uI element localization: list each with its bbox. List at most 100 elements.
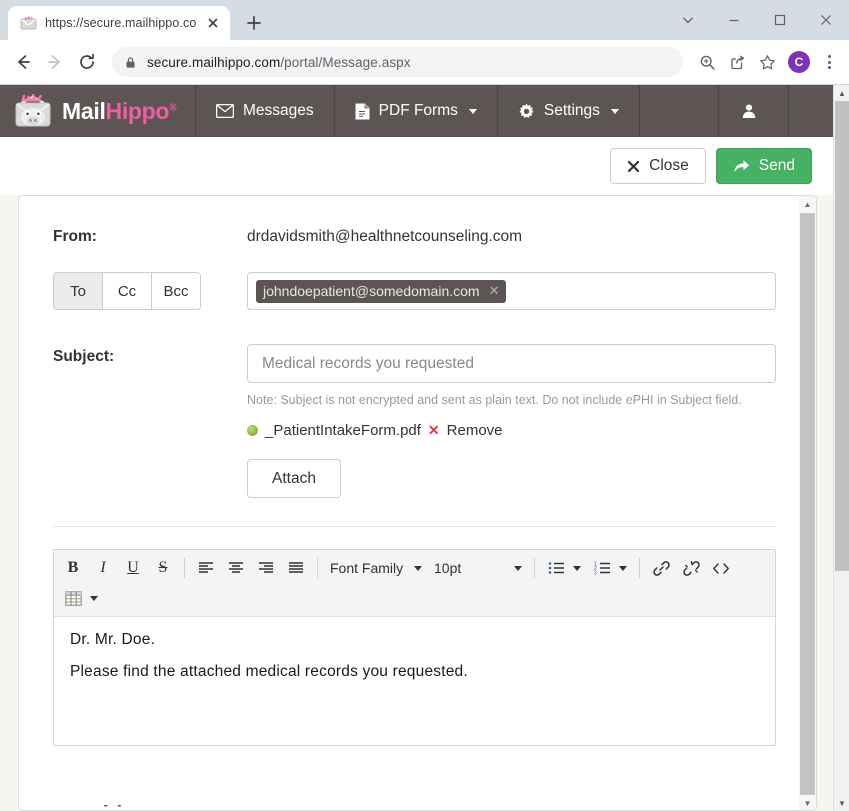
profile-avatar[interactable]: C xyxy=(788,51,810,73)
brand-logo-link[interactable]: MailHippo® xyxy=(0,85,196,137)
maximize-button[interactable] xyxy=(757,0,803,40)
browser-window: https://secure.mailhippo.com/po xyxy=(0,0,849,811)
user-menu-button[interactable] xyxy=(719,85,789,137)
mailhippo-logo xyxy=(12,94,54,128)
page-scrollbar[interactable]: ▲ ▼ xyxy=(833,85,849,811)
underline-button[interactable]: U xyxy=(118,554,148,582)
bullet-list-dropdown[interactable] xyxy=(571,554,587,582)
gear-icon xyxy=(518,103,535,120)
card-scroll-up-arrow[interactable]: ▲ xyxy=(799,196,816,213)
nav-item-pdf-forms[interactable]: PDF Forms xyxy=(335,85,498,137)
from-label: From: xyxy=(53,228,97,245)
strikethrough-button[interactable]: S xyxy=(148,554,178,582)
send-button-label: Send xyxy=(758,157,795,174)
font-size-select[interactable]: 10pt xyxy=(428,554,528,582)
recipient-tab-to[interactable]: To xyxy=(54,273,103,309)
browser-tab-title: https://secure.mailhippo.com/po xyxy=(45,16,196,30)
send-button[interactable]: Send xyxy=(715,148,812,184)
chip-close-icon[interactable]: ✕ xyxy=(489,283,500,299)
numbered-list-button[interactable]: 123 xyxy=(587,554,617,582)
window-close-button[interactable] xyxy=(803,0,849,40)
align-left-button[interactable] xyxy=(191,554,221,582)
subject-row: Subject: Medical records you requested xyxy=(53,344,776,383)
red-x-icon[interactable]: ✕ xyxy=(428,422,440,439)
recipient-input[interactable]: johndoepatient@somedomain.com ✕ xyxy=(247,272,776,310)
align-right-button[interactable] xyxy=(251,554,281,582)
compose-card-wrapper: ▲ ▼ From: drdavidsmith@healthnetcounseli… xyxy=(0,195,833,811)
navbar-spacer xyxy=(640,85,719,137)
subject-label: Subject: xyxy=(53,348,115,365)
rich-text-editor: B I U S Font Family 10pt 1 2 3 Dr. Mr. D… xyxy=(53,549,776,746)
page-viewport: MailHippo® Messages PDF Forms Settings C… xyxy=(0,85,849,811)
bold-button[interactable]: B xyxy=(58,554,88,582)
back-button[interactable] xyxy=(8,47,38,77)
envelope-icon xyxy=(216,104,234,118)
reload-button[interactable] xyxy=(72,47,102,77)
insert-table-button[interactable] xyxy=(58,584,88,612)
align-justify-button[interactable] xyxy=(281,554,311,582)
insert-link-button[interactable] xyxy=(646,554,676,582)
nav-item-label: PDF Forms xyxy=(378,102,458,119)
message-body[interactable]: Dr. Mr. Doe. Please find the attached me… xyxy=(54,617,775,745)
attach-button-wrapper: Attach xyxy=(247,459,776,498)
card-scroll-thumb[interactable] xyxy=(800,213,815,795)
browser-tab-strip: https://secure.mailhippo.com/po xyxy=(0,0,849,40)
zoom-icon[interactable] xyxy=(693,48,721,76)
recipient-tab-cc[interactable]: Cc xyxy=(103,273,152,309)
recipient-tab-bcc[interactable]: Bcc xyxy=(152,273,200,309)
recipient-email: johndoepatient@somedomain.com xyxy=(263,282,480,299)
recipient-chip[interactable]: johndoepatient@somedomain.com ✕ xyxy=(256,279,507,303)
address-bar[interactable]: secure.mailhippo.com/portal/Message.aspx xyxy=(112,47,683,77)
minimize-button[interactable] xyxy=(711,0,757,40)
from-row: From: drdavidsmith@healthnetcounseling.c… xyxy=(53,224,776,246)
app-navbar: MailHippo® Messages PDF Forms Settings xyxy=(0,85,833,137)
bullet-list-button[interactable] xyxy=(541,554,571,582)
lock-icon xyxy=(124,56,137,69)
recipients-row: To Cc Bcc johndoepatient@somedomain.com … xyxy=(53,272,776,310)
nav-item-messages[interactable]: Messages xyxy=(196,85,335,137)
new-tab-button[interactable] xyxy=(240,9,268,37)
nav-item-label: Settings xyxy=(543,102,600,119)
chevron-down-icon xyxy=(573,565,581,571)
tab-search-button[interactable] xyxy=(665,0,711,40)
chevron-down-icon xyxy=(514,565,522,571)
navbar-tail xyxy=(789,85,833,137)
brand-text: MailHippo® xyxy=(62,97,177,124)
font-size-label: 10pt xyxy=(434,560,462,576)
source-code-button[interactable] xyxy=(706,554,736,582)
share-icon[interactable] xyxy=(723,48,751,76)
italic-button[interactable]: I xyxy=(88,554,118,582)
page-scroll-up-arrow[interactable]: ▲ xyxy=(834,85,849,101)
chevron-down-icon xyxy=(468,108,477,114)
recipient-tab-group: To Cc Bcc xyxy=(53,272,201,310)
compose-form: From: drdavidsmith@healthnetcounseling.c… xyxy=(19,196,816,746)
section-divider xyxy=(53,526,776,527)
kebab-menu-icon[interactable] xyxy=(817,48,841,76)
unlink-button[interactable] xyxy=(676,554,706,582)
attach-button[interactable]: Attach xyxy=(247,459,341,498)
page-scroll-thumb[interactable] xyxy=(835,101,849,571)
subject-input[interactable]: Medical records you requested xyxy=(247,344,776,383)
align-center-button[interactable] xyxy=(221,554,251,582)
attachment-remove-link[interactable]: Remove xyxy=(447,422,503,439)
card-scrollbar[interactable]: ▲ ▼ xyxy=(799,196,816,810)
nav-item-settings[interactable]: Settings xyxy=(498,85,640,137)
compose-action-bar: Close Send xyxy=(0,137,833,195)
attachment-item: _PatientIntakeForm.pdf ✕ Remove xyxy=(247,422,776,439)
tab-close-icon[interactable] xyxy=(204,14,222,32)
chevron-down-icon xyxy=(90,595,98,601)
editor-toolbar-row-1: B I U S Font Family 10pt 1 2 3 xyxy=(58,553,771,583)
compose-card: ▲ ▼ From: drdavidsmith@healthnetcounseli… xyxy=(18,195,817,811)
page-scroll-down-arrow[interactable]: ▼ xyxy=(834,795,849,811)
bookmark-star-icon[interactable] xyxy=(753,48,781,76)
pdf-file-icon xyxy=(355,103,370,120)
font-family-select[interactable]: Font Family xyxy=(324,554,428,582)
green-dot-icon xyxy=(247,425,258,436)
numbered-list-dropdown[interactable] xyxy=(617,554,633,582)
forward-button[interactable] xyxy=(40,47,70,77)
table-dropdown[interactable] xyxy=(88,584,104,612)
close-button[interactable]: Close xyxy=(610,148,706,184)
browser-tab[interactable]: https://secure.mailhippo.com/po xyxy=(8,6,230,40)
message-body-line: Please find the attached medical records… xyxy=(70,663,468,680)
chevron-down-icon xyxy=(414,565,422,571)
